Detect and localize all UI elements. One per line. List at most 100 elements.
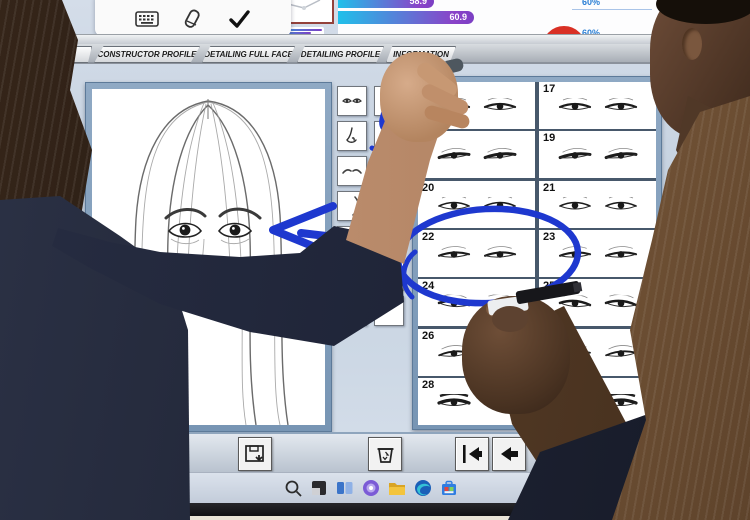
tab-detailing-profile[interactable]: DETAILING PROFILE xyxy=(297,46,384,63)
task-view-icon xyxy=(336,479,354,497)
taskbar-store-button[interactable] xyxy=(439,478,459,498)
feature-button-eyes[interactable] xyxy=(337,86,367,116)
eye-pair-image xyxy=(418,197,535,214)
feature-button-right-6[interactable] xyxy=(374,261,404,291)
feature-button-right-1[interactable] xyxy=(374,86,404,116)
edge-icon xyxy=(414,479,432,497)
eye-option-cell-26[interactable]: 26 xyxy=(418,329,535,376)
taskbar-photos-button[interactable] xyxy=(309,478,329,498)
tab-label: AS xyxy=(63,50,74,59)
eye-catalog-panel: 16 17 18 19 20 21 22 23 24252627 28 29 xyxy=(412,76,662,430)
eye-option-cell-20[interactable]: 20 xyxy=(418,181,535,228)
floating-toolbar xyxy=(95,0,291,36)
feature-button-face-shape[interactable] xyxy=(337,191,367,221)
face-sketch xyxy=(92,89,325,425)
eye-option-cell-29[interactable]: 29 xyxy=(539,378,656,425)
eye-option-number: 23 xyxy=(543,231,555,243)
eye-option-number: 28 xyxy=(422,379,434,391)
sketch-canvas[interactable] xyxy=(92,89,325,425)
eye-option-cell-24[interactable]: 24 xyxy=(418,279,535,326)
eraser-button[interactable] xyxy=(180,7,206,31)
feature-button-right-4[interactable] xyxy=(374,191,404,221)
keyboard-button[interactable] xyxy=(134,7,160,31)
tab-label: INFORMATION xyxy=(393,50,449,59)
eye-option-number: 22 xyxy=(422,231,434,243)
eye-pair-image xyxy=(418,147,535,164)
taskbar-file-explorer-button[interactable] xyxy=(387,478,407,498)
eye-option-cell-23[interactable]: 23 xyxy=(539,230,656,277)
eye-pair-image xyxy=(539,394,656,411)
eye-option-cell-28[interactable]: 28 xyxy=(418,378,535,425)
feature-button-nose[interactable] xyxy=(337,121,367,151)
delete-icon xyxy=(374,443,397,466)
feature-button-right-3[interactable] xyxy=(374,156,404,186)
eye-option-cell-22[interactable]: 22 xyxy=(418,230,535,277)
eye-option-cell-25[interactable]: 25 xyxy=(539,279,656,326)
keyboard-icon xyxy=(135,8,159,30)
eye-option-number: 21 xyxy=(543,182,555,194)
tab-label: DETAILING FULL FACE xyxy=(204,50,293,59)
nose-icon xyxy=(342,126,362,146)
eye-option-number: 29 xyxy=(543,379,555,391)
window-chrome-edge xyxy=(0,34,750,44)
taskbar-task-view-button[interactable] xyxy=(335,478,355,498)
store-icon xyxy=(440,479,458,497)
tab-constructor-profile[interactable]: CONSTRUCTOR PROFILE xyxy=(94,46,200,63)
eraser-icon xyxy=(182,8,204,30)
tab-label: CONSTRUCTOR PROFILE xyxy=(98,50,197,59)
eye-pair-image xyxy=(539,197,656,214)
eye-pair-image xyxy=(539,345,656,362)
eye-pair-image xyxy=(539,246,656,263)
face-shape-icon xyxy=(342,196,362,216)
search-icon xyxy=(284,479,302,497)
go-first-icon xyxy=(461,443,484,465)
tab-information[interactable]: INFORMATION xyxy=(386,46,456,63)
feature-button-ear[interactable] xyxy=(337,296,367,326)
eye-option-cell-18[interactable]: 18 xyxy=(418,131,535,178)
eye-pair-image xyxy=(418,345,535,362)
eye-option-cell-16[interactable]: 16 xyxy=(418,82,535,129)
touchscreen-display: 58.960.9 60% 60% ASCONSTRUCTOR PROFILEDE… xyxy=(0,0,750,520)
eye-option-cell-21[interactable]: 21 xyxy=(539,181,656,228)
eyes-icon xyxy=(341,95,363,107)
go-previous-button[interactable] xyxy=(492,437,526,471)
person-right-head xyxy=(650,0,750,138)
dashboard-bar: 60.9 xyxy=(338,11,474,24)
tab-as[interactable]: AS xyxy=(46,46,92,63)
feature-button-right-2[interactable] xyxy=(374,121,404,151)
eye-option-number: 17 xyxy=(543,83,555,95)
feature-button-eyebrows[interactable] xyxy=(337,156,367,186)
eye-option-cell-19[interactable]: 19 xyxy=(539,131,656,178)
taskbar-edge-button[interactable] xyxy=(413,478,433,498)
percent-label: 60% xyxy=(582,0,600,7)
save-icon xyxy=(243,443,267,465)
confirm-check-button[interactable] xyxy=(226,7,252,31)
tab-label: DETAILING PROFILE xyxy=(301,50,380,59)
windows-taskbar xyxy=(0,472,750,503)
eye-option-cell-17[interactable]: 17 xyxy=(539,82,656,129)
eye-option-number: 19 xyxy=(543,132,555,144)
photos-icon xyxy=(310,479,328,497)
file-explorer-icon xyxy=(388,479,406,497)
background-wall xyxy=(0,516,750,520)
delete-button[interactable] xyxy=(368,437,402,471)
composite-sketch-panel xyxy=(85,82,332,432)
feature-button-lips[interactable] xyxy=(337,226,367,256)
person-right-hairline xyxy=(656,0,750,24)
eye-option-cell-27[interactable]: 27 xyxy=(539,329,656,376)
mouth-icon xyxy=(342,267,362,285)
save-button[interactable] xyxy=(238,437,272,471)
eye-pair-image xyxy=(418,98,535,115)
taskbar-search-button[interactable] xyxy=(283,478,303,498)
feature-button-mouth[interactable] xyxy=(337,261,367,291)
eye-pair-image xyxy=(539,98,656,115)
eyebrows-icon xyxy=(341,165,363,177)
eye-pair-image xyxy=(539,147,656,164)
tab-detailing-full-face[interactable]: DETAILING FULL FACE xyxy=(202,46,295,63)
feature-button-right-5[interactable] xyxy=(374,226,404,256)
divider-line xyxy=(572,9,652,10)
go-first-button[interactable] xyxy=(455,437,489,471)
taskbar-chat-button[interactable] xyxy=(361,478,381,498)
chat-icon xyxy=(362,479,380,497)
feature-button-right-7[interactable] xyxy=(374,296,404,326)
